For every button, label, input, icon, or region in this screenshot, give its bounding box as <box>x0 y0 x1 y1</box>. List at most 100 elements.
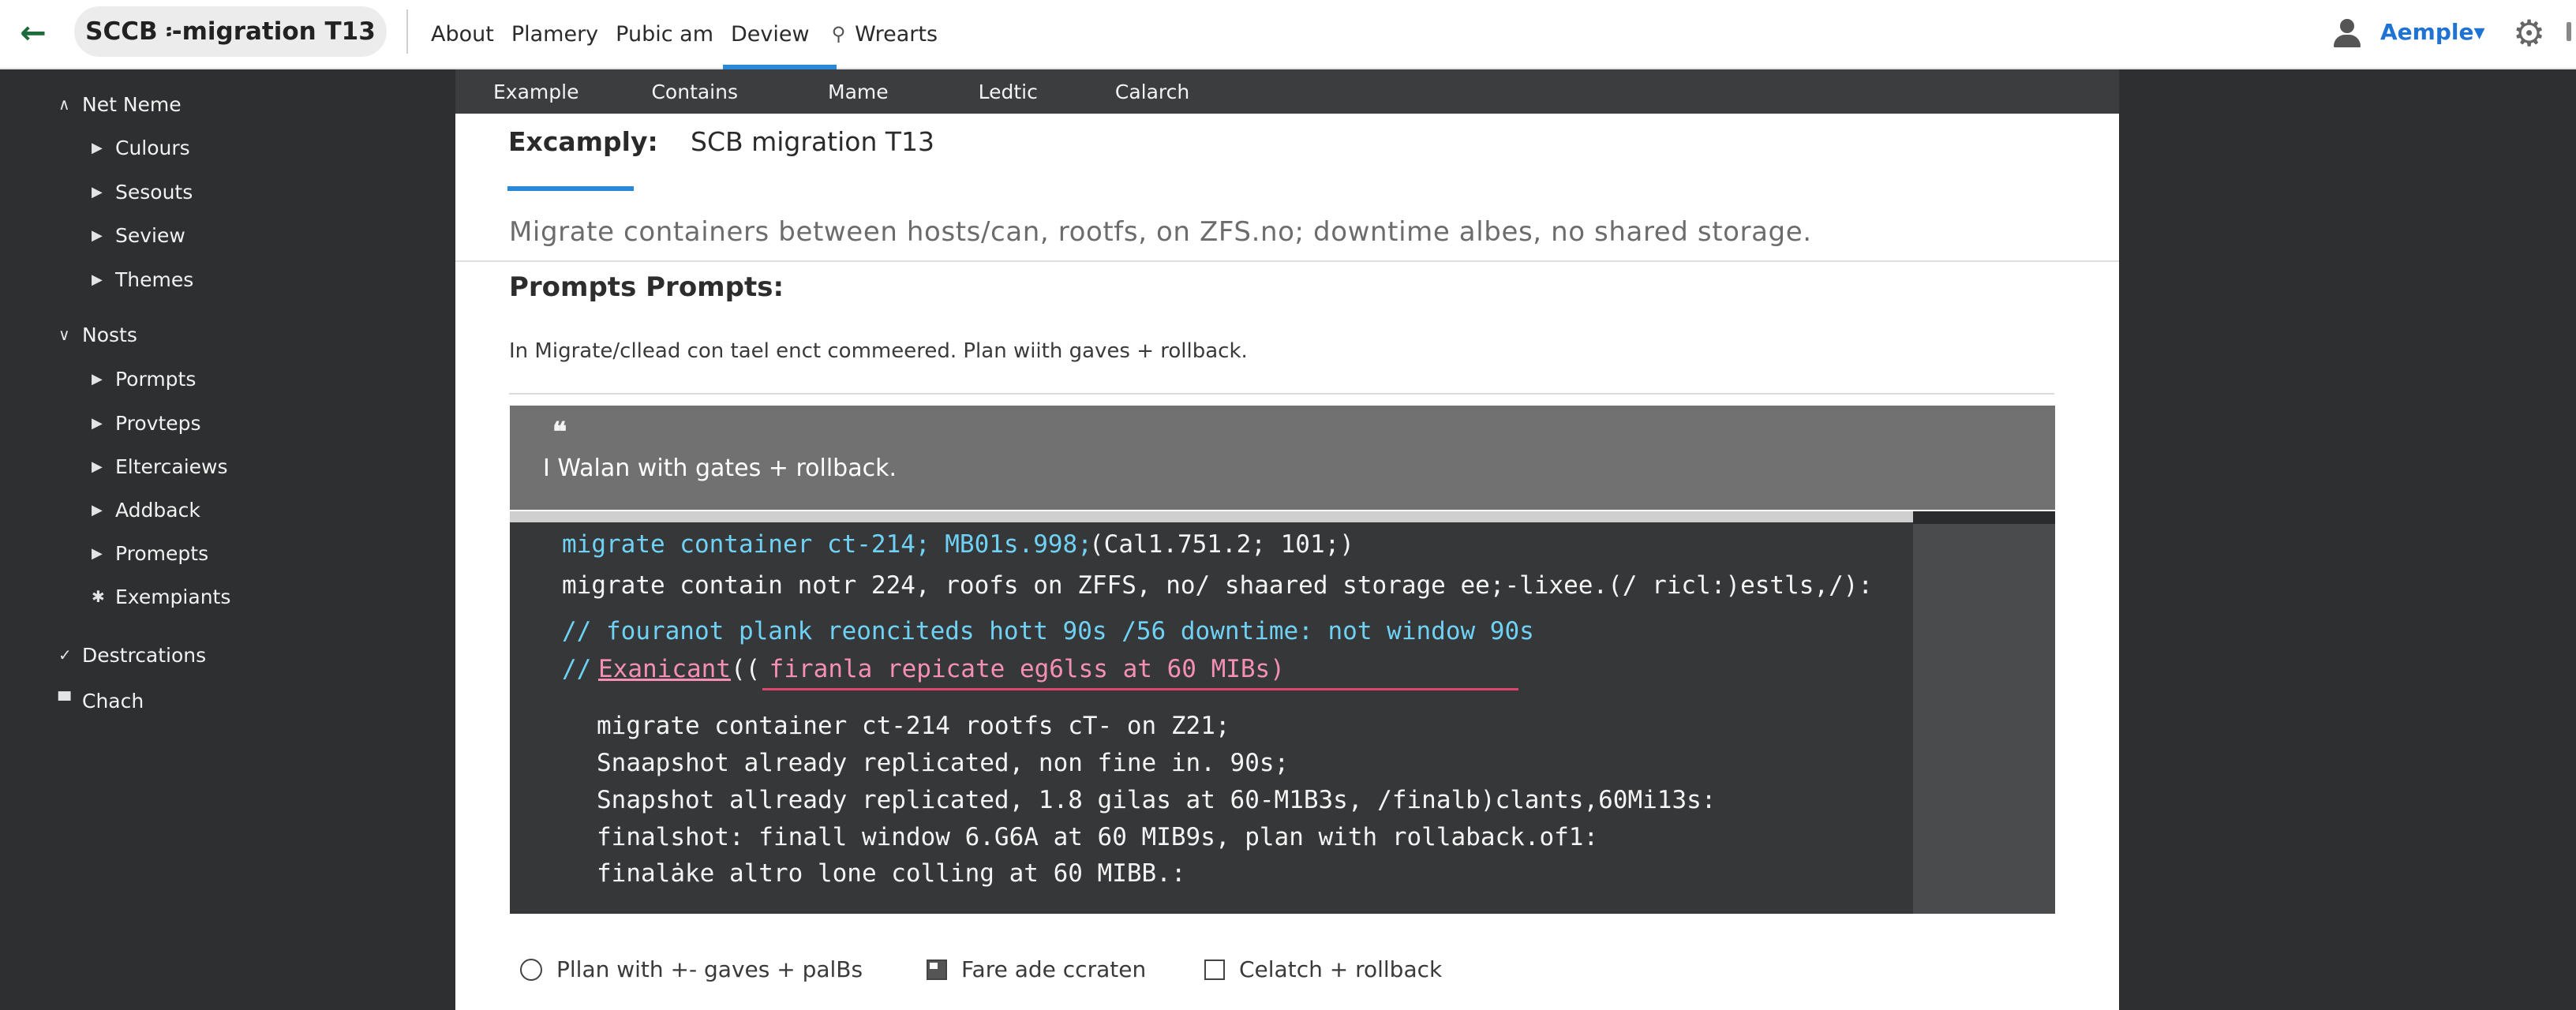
sidebar-group-label: Nosts <box>82 323 137 346</box>
chevron-up-icon: ∧ <box>58 95 70 114</box>
sidebar-item-culours[interactable]: ▶ Culours <box>92 132 190 163</box>
nav-about[interactable]: About <box>431 0 494 68</box>
triangle-right-icon: ▶ <box>92 271 103 288</box>
option-label: Fare ade ccraten <box>961 956 1147 982</box>
check-icon: ✓ <box>58 645 72 664</box>
tab-ledtic[interactable]: Ledtic <box>979 69 1038 114</box>
divider <box>509 393 2054 395</box>
sidebar-item-provteps[interactable]: ▶ Provteps <box>92 407 201 439</box>
sidebar-item-seview[interactable]: ▶ Seview <box>92 219 185 251</box>
error-underline <box>762 688 1518 690</box>
code-line: Snapshot allready replicated, 1.8 gilas … <box>597 786 1717 814</box>
triangle-right-icon: ▶ <box>92 226 103 244</box>
code-comment-line: // fouranot plank reonciteds hott 90s /5… <box>562 617 1534 645</box>
sidebar-item-label: Seview <box>115 223 185 247</box>
section-heading: Prompts Prompts: <box>509 271 784 303</box>
sidebar-item-label: Culours <box>115 136 190 159</box>
sidebar-item-destrcations[interactable]: ✓ Destrcations <box>58 639 206 671</box>
code-block: migrate container ct-214; MB01s.998; (Ca… <box>510 511 2055 914</box>
sidebar-item-label: Provteps <box>115 411 201 435</box>
nav-pubic-am[interactable]: Pubic am <box>616 0 713 68</box>
sidebar-item-label: Addback <box>115 498 200 522</box>
top-nav: About Plamery Pubic am Deview ⚲ Wrearts <box>431 0 955 69</box>
radio-button[interactable] <box>520 958 542 981</box>
quote-text: I Walan with gates + rollback. <box>543 454 897 482</box>
checkbox-unchecked[interactable] <box>1204 959 1225 980</box>
sidebar-item-label: Themes <box>115 267 194 291</box>
sidebar-item-chach[interactable]: ▀ Chach <box>58 685 144 716</box>
option-celatch-checkbox[interactable]: Celatch + rollback <box>1204 956 1442 982</box>
sidebar-item-pormpts[interactable]: ▶ Pormpts <box>92 363 196 395</box>
nav-plamery[interactable]: Plamery <box>511 0 598 68</box>
code-side-gutter <box>1913 511 2055 914</box>
triangle-right-icon: ▶ <box>92 414 103 432</box>
triangle-right-icon: ▶ <box>92 139 103 156</box>
triangle-right-icon: ▶ <box>92 370 103 387</box>
chevron-down-icon: ∨ <box>58 325 70 344</box>
tab-mame[interactable]: Mame <box>828 69 889 114</box>
pin-icon: ⚲ <box>831 23 846 45</box>
puzzle-icon: ✱ <box>92 587 105 606</box>
sidebar-group-net-neme[interactable]: ∧ Net Neme <box>58 88 182 120</box>
option-label: Pllan with +- gaves + palBs <box>556 956 863 982</box>
option-plan-radio[interactable]: Pllan with +- gaves + palBs <box>520 956 863 982</box>
quote-block: ❝ I Walan with gates + rollback. <box>510 406 2055 510</box>
sub-tab-excamply[interactable]: Excamply: <box>508 126 658 157</box>
overflow-indicator <box>2567 22 2571 41</box>
sidebar: ∧ Net Neme ▶ Culours ▶ Sesouts ▶ Seview … <box>0 69 455 1010</box>
triangle-right-icon: ▶ <box>92 183 103 200</box>
sidebar-item-label: Sesouts <box>115 180 193 204</box>
triangle-right-icon: ▶ <box>92 544 103 562</box>
sub-tab-title[interactable]: SCB migration T13 <box>691 126 934 157</box>
sidebar-group-nosts[interactable]: ∨ Nosts <box>58 319 137 350</box>
code-line: migrate container ct-214 rootfs cT- on Z… <box>597 712 1230 740</box>
nav-deview[interactable]: Deview <box>723 0 837 69</box>
code-line: migrate container ct-214; MB01s.998; <box>562 530 1092 559</box>
sidebar-item-label: Pormpts <box>115 367 197 391</box>
tab-contains[interactable]: Contains <box>651 69 738 114</box>
code-gutter-top <box>1913 511 2055 524</box>
tab-strip: Example Contains Mame Ledtic Calarch <box>455 69 2119 114</box>
option-label: Celatch + rollback <box>1239 956 1443 982</box>
tab-calarch[interactable]: Calarch <box>1115 69 1189 114</box>
right-empty-pane <box>2120 69 2576 1010</box>
code-link[interactable]: Exanicant <box>598 655 731 683</box>
sidebar-item-exempiants[interactable]: ✱ Exempiants <box>92 581 230 612</box>
main-panel: Example Contains Mame Ledtic Calarch Exc… <box>455 69 2119 1010</box>
sidebar-item-themes[interactable]: ▶ Themes <box>92 264 193 295</box>
triangle-right-icon: ▶ <box>92 458 103 475</box>
sidebar-item-label: Destrcations <box>82 643 207 667</box>
code-line: finalshot: finall window 6.G6A at 60 MIB… <box>597 823 1599 851</box>
section-text: In Migrate/cllead con tael enct commeere… <box>509 339 1248 363</box>
checkbox-checked[interactable] <box>927 959 947 980</box>
code-line: (Cal1.751.2; 101;) <box>1089 530 1354 559</box>
description-text: Migrate containers between hosts/can, ro… <box>509 216 1812 248</box>
sidebar-item-label: Eltercaiews <box>115 454 228 478</box>
back-arrow-icon[interactable]: ← <box>13 13 54 54</box>
header-divider <box>406 9 408 54</box>
sidebar-item-addback[interactable]: ▶ Addback <box>92 494 200 526</box>
code-line: finalȧke altro lone colling at 60 MIBB.: <box>597 859 1186 888</box>
document-title[interactable]: SCCB ፡-migration T13 <box>74 6 387 57</box>
code-error-text: firanla repicate eg6lss at 60 MIBs) <box>754 655 1285 683</box>
triangle-right-icon: ▶ <box>92 501 103 518</box>
user-icon[interactable] <box>2331 17 2363 49</box>
sidebar-item-eltercaiews[interactable]: ▶ Eltercaiews <box>92 451 228 482</box>
sidebar-group-label: Net Neme <box>82 92 182 116</box>
sidebar-item-sesouts[interactable]: ▶ Sesouts <box>92 176 193 208</box>
quote-icon: ❝ <box>552 417 567 448</box>
nav-wrearts[interactable]: Wrearts <box>855 0 938 68</box>
tab-example[interactable]: Example <box>493 69 578 114</box>
sidebar-item-promepts[interactable]: ▶ Promepts <box>92 537 208 569</box>
top-header: ← SCCB ፡-migration T13 About Plamery Pub… <box>0 0 2576 69</box>
user-menu[interactable]: Aemple▾ <box>2380 19 2485 45</box>
active-tab-underline <box>507 186 634 191</box>
code-line: migrate contain notr 224, roofs on ZFFS,… <box>562 571 1874 600</box>
gear-icon[interactable]: ⚙ <box>2513 13 2545 54</box>
sidebar-item-label: Exempiants <box>115 585 231 608</box>
code-line: Snaapshot already replicated, non fine i… <box>597 749 1290 777</box>
sidebar-item-label: Promepts <box>115 541 209 565</box>
sidebar-item-label: Chach <box>82 689 144 713</box>
option-fare-checkbox[interactable]: Fare ade ccraten <box>927 956 1146 982</box>
code-scrollbar[interactable] <box>510 511 1913 522</box>
